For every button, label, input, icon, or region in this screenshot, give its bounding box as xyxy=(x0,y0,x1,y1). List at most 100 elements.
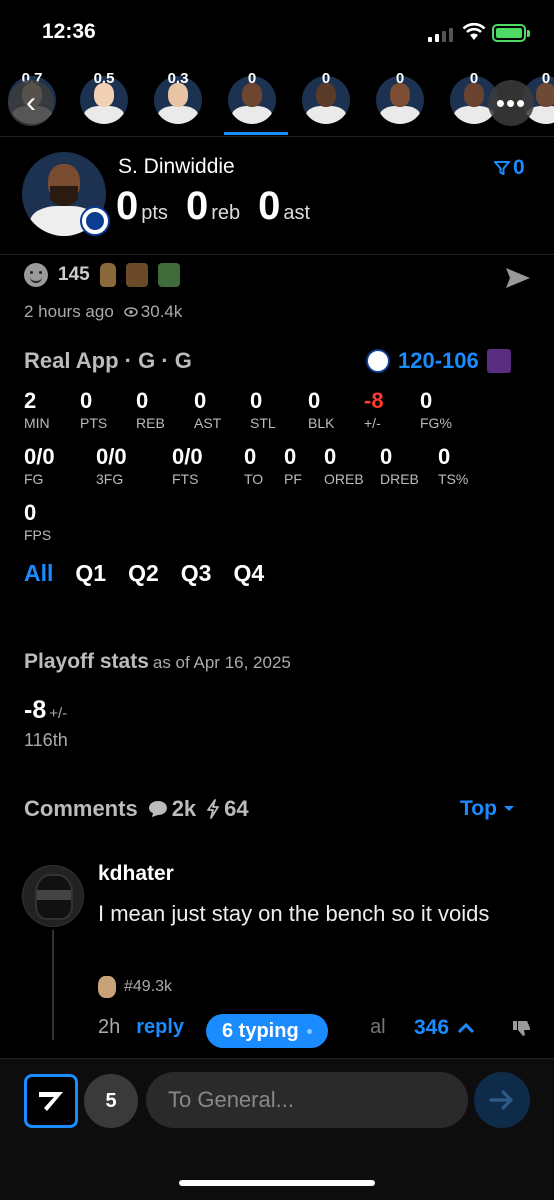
stat-value: 0/0 xyxy=(96,444,127,469)
stat-cell: 0 PTS xyxy=(80,388,108,432)
strip-player-value: 0 xyxy=(395,70,405,87)
sort-dropdown[interactable]: Top xyxy=(460,797,515,821)
pts-label: pts xyxy=(141,202,168,224)
stat-value: 0 xyxy=(136,388,149,413)
comments-title: Comments xyxy=(24,796,138,821)
stat-label: FTS xyxy=(172,471,199,487)
strip-player[interactable]: 0 xyxy=(296,60,356,136)
puzzle-icon[interactable] xyxy=(157,263,180,287)
divider xyxy=(0,136,554,137)
strip-player-value: 0 xyxy=(247,70,257,87)
thumbs-down-icon xyxy=(513,1021,530,1036)
unread-count-button[interactable]: 5 xyxy=(84,1074,138,1128)
upvote-button[interactable]: 346 xyxy=(414,1016,475,1040)
speech-bubble-icon xyxy=(148,801,167,817)
stat-cell: 0 REB xyxy=(136,388,165,432)
ast-label: ast xyxy=(283,202,311,224)
stat-label: STL xyxy=(250,415,276,431)
commenter-avatar[interactable] xyxy=(22,865,84,927)
stat-label: PTS xyxy=(80,415,108,431)
pts-value: 0 xyxy=(116,184,139,228)
period-tab[interactable]: Q4 xyxy=(233,560,264,587)
stat-value: 0 xyxy=(244,444,257,469)
stat-value: 0 xyxy=(250,388,263,413)
playoff-rank: 116th xyxy=(24,730,68,750)
app-logo-button[interactable] xyxy=(24,1074,78,1128)
share-icon[interactable] xyxy=(504,266,532,295)
stat-label: BLK xyxy=(308,415,335,431)
away-score: 106 xyxy=(442,348,479,373)
stat-cell: 0 OREB xyxy=(324,446,364,488)
stat-value: 0 xyxy=(284,444,297,469)
send-button[interactable] xyxy=(474,1072,530,1128)
period-tab[interactable]: Q3 xyxy=(181,560,212,587)
strip-player[interactable]: 0 xyxy=(222,60,282,136)
real-app-logo-icon xyxy=(39,1092,63,1111)
battery-icon xyxy=(492,24,530,42)
middle-finger-icon[interactable] xyxy=(99,263,116,287)
chevron-up-icon xyxy=(457,1022,475,1034)
period-tab[interactable]: Q1 xyxy=(75,560,106,587)
playoff-unit: +/- xyxy=(49,705,68,722)
stat-label: 3FG xyxy=(96,471,124,487)
stat-cell: 0/0 3FG xyxy=(96,444,127,488)
smiley-icon[interactable] xyxy=(24,263,48,287)
stat-label: REB xyxy=(136,415,165,431)
player-strip[interactable]: 0.7 0.5 0.3 0 0 0 0 0 xyxy=(0,60,554,136)
filter-count: 0 xyxy=(513,156,525,179)
stat-label: +/- xyxy=(364,415,381,431)
typing-indicator[interactable]: 6 typing xyxy=(206,1014,328,1048)
home-indicator xyxy=(179,1180,375,1186)
period-tabs[interactable]: All Q1 Q2 Q3 Q4 xyxy=(24,560,264,587)
stat-value: 0 xyxy=(308,388,321,413)
period-tab[interactable]: Q2 xyxy=(128,560,159,587)
thread-line xyxy=(52,930,54,1040)
strip-player[interactable]: 0.5 xyxy=(74,60,134,136)
reply-button[interactable]: reply xyxy=(136,1016,184,1039)
comment-username[interactable]: kdhater xyxy=(98,862,174,886)
strip-player-value: 0.5 xyxy=(93,70,115,87)
stat-cell: -8 +/- xyxy=(364,388,384,432)
player-sticker-icon[interactable] xyxy=(125,263,148,287)
mavericks-logo-icon xyxy=(366,349,390,373)
game-score[interactable]: 120-106 xyxy=(366,348,511,374)
more-button[interactable]: ••• xyxy=(488,80,534,126)
playoff-as-of: as of Apr 16, 2025 xyxy=(152,653,291,672)
arrow-right-icon xyxy=(489,1090,513,1110)
player-summary-stats: 0 pts 0 reb 0 ast xyxy=(116,184,310,229)
stat-label: MIN xyxy=(24,415,50,431)
player-name: S. Dinwiddie xyxy=(118,155,235,178)
filter-button[interactable]: 0 xyxy=(494,156,525,180)
stat-cell: 0/0 FTS xyxy=(172,446,203,488)
downvote-button[interactable] xyxy=(512,1019,532,1042)
mavericks-logo-icon xyxy=(80,206,110,236)
typing-text: 6 typing xyxy=(222,1019,299,1042)
strip-player-value: 0.3 xyxy=(167,70,189,87)
stat-value: -8 xyxy=(364,388,384,413)
stat-value: 0 xyxy=(420,388,433,413)
stat-label: PF xyxy=(284,471,302,487)
stat-label: DREB xyxy=(380,471,419,487)
view-count: 30.4k xyxy=(140,302,183,321)
stat-cell: 0 TS% xyxy=(438,446,468,488)
cell-signal-icon xyxy=(428,26,453,42)
filter-icon xyxy=(494,161,510,175)
time-ago: 2 hours ago xyxy=(24,302,114,321)
playoff-plus-minus: -8 +/- xyxy=(24,696,67,725)
comment-trailing-text: al xyxy=(370,1016,386,1038)
comments-header: Comments 2k 64 xyxy=(24,796,249,822)
wifi-icon xyxy=(462,22,486,47)
eye-icon xyxy=(124,307,138,317)
stat-value: 0 xyxy=(24,500,37,525)
reactions-bar[interactable]: 145 xyxy=(24,263,180,287)
back-button[interactable]: ‹ xyxy=(8,80,54,126)
strip-player[interactable]: 0 xyxy=(370,60,430,136)
chat-input[interactable] xyxy=(146,1072,468,1128)
strip-player[interactable]: 0.3 xyxy=(148,60,208,136)
stat-cell: 0 TO xyxy=(244,444,263,488)
stat-label: FG% xyxy=(420,415,452,431)
period-tab[interactable]: All xyxy=(24,560,53,587)
stat-value: 0 xyxy=(80,388,93,413)
typing-dot xyxy=(306,1028,312,1034)
stat-label: FG xyxy=(24,471,44,487)
